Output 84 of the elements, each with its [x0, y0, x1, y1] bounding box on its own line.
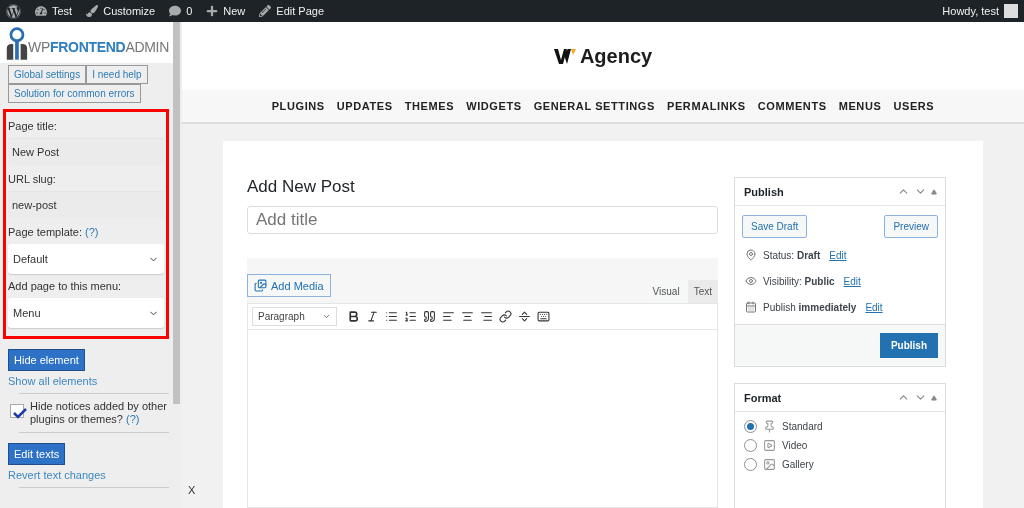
site-name: Agency	[579, 44, 653, 68]
pushpin-icon	[763, 420, 776, 433]
publish-detail: Status: Draft	[763, 249, 821, 261]
close-button[interactable]: X	[188, 484, 196, 496]
numbered-list-icon[interactable]	[404, 310, 417, 323]
calendar-icon	[745, 301, 757, 313]
bold-icon[interactable]	[347, 310, 360, 323]
nav-link[interactable]: WIDGETS	[466, 100, 522, 112]
gauge-icon	[35, 5, 47, 17]
select-field[interactable]: Default	[8, 244, 164, 274]
checkbox[interactable]	[10, 404, 24, 418]
pencil-icon	[259, 5, 272, 17]
nav-link[interactable]: UPDATES	[336, 100, 393, 112]
panel-title: Format	[744, 391, 782, 404]
triangle-icon	[931, 394, 937, 401]
italic-icon[interactable]	[366, 310, 379, 323]
nav-link[interactable]: THEMES	[404, 100, 455, 112]
nav-link[interactable]: GENERAL SETTINGS	[533, 100, 655, 112]
eye-icon	[745, 275, 757, 287]
title-field[interactable]: Add title	[247, 206, 718, 234]
read-more-icon[interactable]	[518, 310, 531, 323]
align-center-icon[interactable]	[461, 310, 474, 323]
admin-bar-item[interactable]: 0	[169, 5, 193, 17]
settings-tab[interactable]: Global settings	[8, 65, 87, 84]
field-label: Page title:	[8, 119, 58, 134]
save-draft-button[interactable]: Save Draft	[742, 215, 808, 238]
nav-link[interactable]: MENUS	[838, 100, 882, 112]
label-text: Page template:	[8, 226, 83, 238]
comment-icon	[169, 5, 182, 17]
field-label: Add page to this menu:	[8, 279, 123, 294]
plus-icon	[206, 5, 219, 17]
settings-tab[interactable]: Solution for common errors	[8, 84, 141, 103]
align-right-icon[interactable]	[480, 310, 493, 323]
person-logo-icon	[4, 25, 29, 61]
scrollbar[interactable]	[173, 22, 180, 404]
link-icon[interactable]	[499, 310, 512, 323]
image-icon	[763, 458, 776, 471]
hide-element-button[interactable]: Hide element	[8, 349, 85, 371]
video-icon	[763, 439, 776, 452]
brand-logo-icon	[553, 48, 576, 64]
brush-icon	[86, 5, 99, 17]
triangle-icon	[931, 188, 937, 195]
field-label: URL slug:	[8, 172, 57, 187]
editor-tab[interactable]: Text	[687, 280, 718, 303]
page-heading: Add New Post	[247, 177, 356, 197]
nav-link[interactable]: PLUGINS	[271, 100, 325, 112]
align-left-icon[interactable]	[442, 310, 455, 323]
panel-title: Publish	[744, 185, 784, 198]
account-menu[interactable]: Howdy, test	[942, 4, 1018, 18]
publish-detail: Visibility: Public	[763, 275, 835, 287]
pin-icon	[745, 249, 757, 261]
caret-icon	[322, 312, 331, 321]
nav-link[interactable]: PERMALINKS	[666, 100, 746, 112]
checkbox-label: Hide notices added by other plugins or themes? (?)	[30, 400, 168, 426]
bullet-list-icon[interactable]	[385, 310, 398, 323]
help-link[interactable]: (?)	[85, 226, 99, 238]
preview-button[interactable]: Preview	[884, 215, 938, 238]
nav-link[interactable]: COMMENTS	[757, 100, 827, 112]
publish-detail: Publish immediately	[763, 301, 857, 313]
admin-bar-item[interactable]	[6, 3, 21, 19]
edit-link[interactable]: Edit	[843, 275, 861, 287]
nav-link[interactable]: USERS	[893, 100, 935, 112]
admin-bar-item[interactable]: Edit Page	[259, 5, 324, 17]
option-label: Standard	[782, 421, 823, 432]
logo-text: WPFRONTENDADMIN	[28, 39, 169, 55]
avatar-icon	[1004, 4, 1018, 18]
add-media-button[interactable]: Add Media	[247, 274, 331, 297]
wordpress-icon	[6, 3, 21, 19]
format-select[interactable]: Paragraph	[252, 307, 337, 326]
help-link[interactable]: (?)	[126, 413, 140, 425]
select-field[interactable]: Menu	[8, 298, 164, 328]
edit-texts-button[interactable]: Edit texts	[8, 443, 66, 465]
edit-link[interactable]: Edit	[829, 249, 847, 261]
images-icon	[254, 279, 267, 292]
admin-bar-item[interactable]: New	[206, 5, 246, 17]
admin-bar-item[interactable]: Test	[35, 5, 73, 17]
option-label: Gallery	[782, 459, 814, 470]
toolbar-toggle-icon[interactable]	[537, 310, 550, 323]
settings-tab[interactable]: I need help	[86, 65, 148, 84]
admin-bar-item[interactable]: Customize	[86, 5, 156, 17]
option-label: Video	[782, 440, 808, 451]
edit-link[interactable]: Edit	[865, 301, 883, 313]
quote-icon[interactable]	[423, 310, 436, 323]
publish-button[interactable]: Publish	[879, 333, 938, 358]
